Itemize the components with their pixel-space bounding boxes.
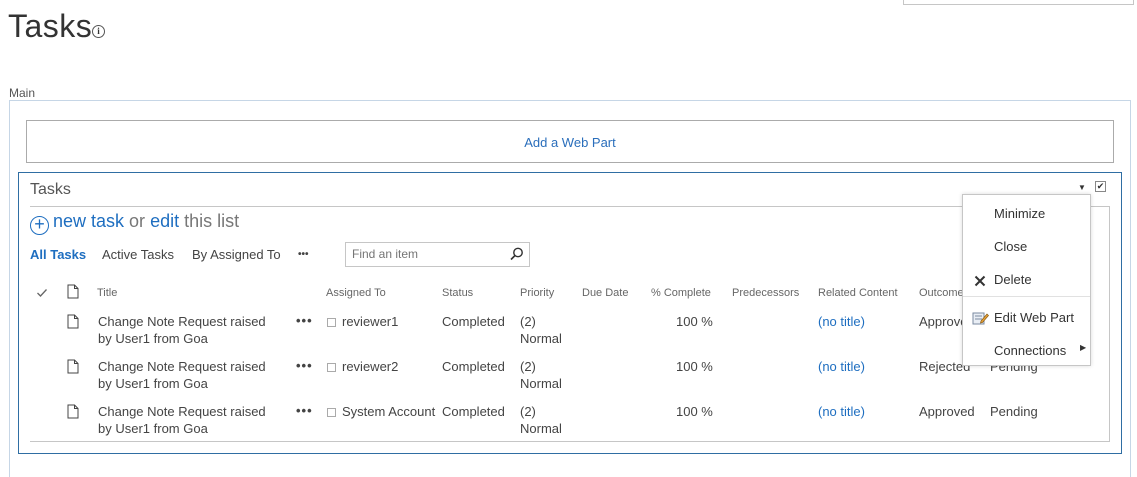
row-related-content-link[interactable]: (no title) xyxy=(818,403,865,420)
row-extra-status: Pending xyxy=(990,404,1038,419)
row-priority-line2: Normal xyxy=(520,376,562,391)
this-list-text: this list xyxy=(179,211,240,231)
view-by-assigned-to[interactable]: By Assigned To xyxy=(192,247,281,262)
menu-item-label: Minimize xyxy=(994,206,1046,221)
row-status: Completed xyxy=(442,314,505,329)
row-priority-line2: Normal xyxy=(520,421,562,436)
assigned-user-presence-icon xyxy=(327,408,336,417)
column-header-percent-complete[interactable]: % Complete xyxy=(651,287,711,299)
row-assigned-to[interactable]: reviewer2 xyxy=(342,358,398,375)
row-percent-complete: 100 % xyxy=(676,359,713,374)
document-icon xyxy=(67,359,79,374)
row-title-line2[interactable]: by User1 from Goa xyxy=(98,420,208,437)
menu-item-label: Connections xyxy=(994,343,1067,358)
document-icon xyxy=(67,314,79,329)
find-item-box xyxy=(345,242,530,267)
column-header-due-date[interactable]: Due Date xyxy=(582,287,628,299)
submenu-arrow-icon: ▶ xyxy=(1080,343,1087,352)
row-assigned-to[interactable]: reviewer1 xyxy=(342,313,398,330)
menu-item-label: Edit Web Part xyxy=(994,310,1074,325)
edit-list-link[interactable]: edit xyxy=(150,211,179,231)
assigned-user-presence-icon xyxy=(327,318,336,327)
column-header-assigned-to[interactable]: Assigned To xyxy=(326,287,386,299)
row-title-line2[interactable]: by User1 from Goa xyxy=(98,375,208,392)
web-part-select-checkbox[interactable]: ✔ xyxy=(1095,181,1106,192)
new-task-link[interactable]: new task xyxy=(53,211,124,231)
row-priority-line1: (2) xyxy=(520,359,536,374)
page-title: Tasks xyxy=(8,8,93,44)
web-part-menu-arrow-icon[interactable]: ▼ xyxy=(1078,183,1086,192)
row-title-line2[interactable]: by User1 from Goa xyxy=(98,330,208,347)
view-active-tasks[interactable]: Active Tasks xyxy=(102,247,174,262)
column-header-related-content[interactable]: Related Content xyxy=(818,287,898,299)
row-outcome: Approved xyxy=(919,404,975,419)
menu-separator xyxy=(963,296,1090,297)
assigned-user-presence-icon xyxy=(327,363,336,372)
row-priority-line1: (2) xyxy=(520,314,536,329)
find-item-input[interactable] xyxy=(350,243,500,265)
web-part-title: Tasks xyxy=(30,181,71,198)
column-header-status[interactable]: Status xyxy=(442,287,473,299)
row-priority-line2: Normal xyxy=(520,331,562,346)
add-web-part-button[interactable]: Add a Web Part xyxy=(26,120,1114,163)
more-views-ellipsis[interactable]: ••• xyxy=(298,249,309,260)
select-all-check-icon[interactable] xyxy=(36,287,48,299)
new-task-row: + new task or edit this list xyxy=(30,211,239,235)
row-title-line1[interactable]: Change Note Request raised xyxy=(98,403,266,420)
row-status: Completed xyxy=(442,404,505,419)
zone-label: Main xyxy=(9,86,36,100)
row-percent-complete: 100 % xyxy=(676,404,713,419)
edit-web-part-icon xyxy=(972,312,989,325)
column-header-title[interactable]: Title xyxy=(97,287,117,299)
web-part-context-menu: Minimize Close Delete Edit Web Part Conn… xyxy=(962,194,1091,366)
or-text: or xyxy=(124,211,151,231)
top-search-box-edge[interactable] xyxy=(903,0,1134,5)
menu-item-label: Close xyxy=(994,239,1028,254)
plus-circle-icon[interactable]: + xyxy=(30,215,49,235)
row-title-line1[interactable]: Change Note Request raised xyxy=(98,358,266,375)
column-header-outcome[interactable]: Outcome xyxy=(919,287,964,299)
search-icon[interactable] xyxy=(510,247,524,261)
document-type-header-icon xyxy=(67,284,79,299)
row-assigned-to[interactable]: System Account xyxy=(342,403,435,420)
row-more-ellipsis[interactable]: ••• xyxy=(296,358,313,373)
row-related-content-link[interactable]: (no title) xyxy=(818,358,865,375)
info-icon[interactable]: i xyxy=(92,25,105,38)
view-all-tasks[interactable]: All Tasks xyxy=(30,247,86,262)
document-icon xyxy=(67,404,79,419)
row-more-ellipsis[interactable]: ••• xyxy=(296,313,313,328)
row-more-ellipsis[interactable]: ••• xyxy=(296,403,313,418)
column-header-predecessors[interactable]: Predecessors xyxy=(732,287,799,299)
row-related-content-link[interactable]: (no title) xyxy=(818,313,865,330)
row-title-line1[interactable]: Change Note Request raised xyxy=(98,313,266,330)
row-status: Completed xyxy=(442,359,505,374)
delete-x-icon xyxy=(974,275,986,287)
column-header-priority[interactable]: Priority xyxy=(520,287,554,299)
row-percent-complete: 100 % xyxy=(676,314,713,329)
menu-item-label: Delete xyxy=(994,272,1032,287)
row-priority-line1: (2) xyxy=(520,404,536,419)
